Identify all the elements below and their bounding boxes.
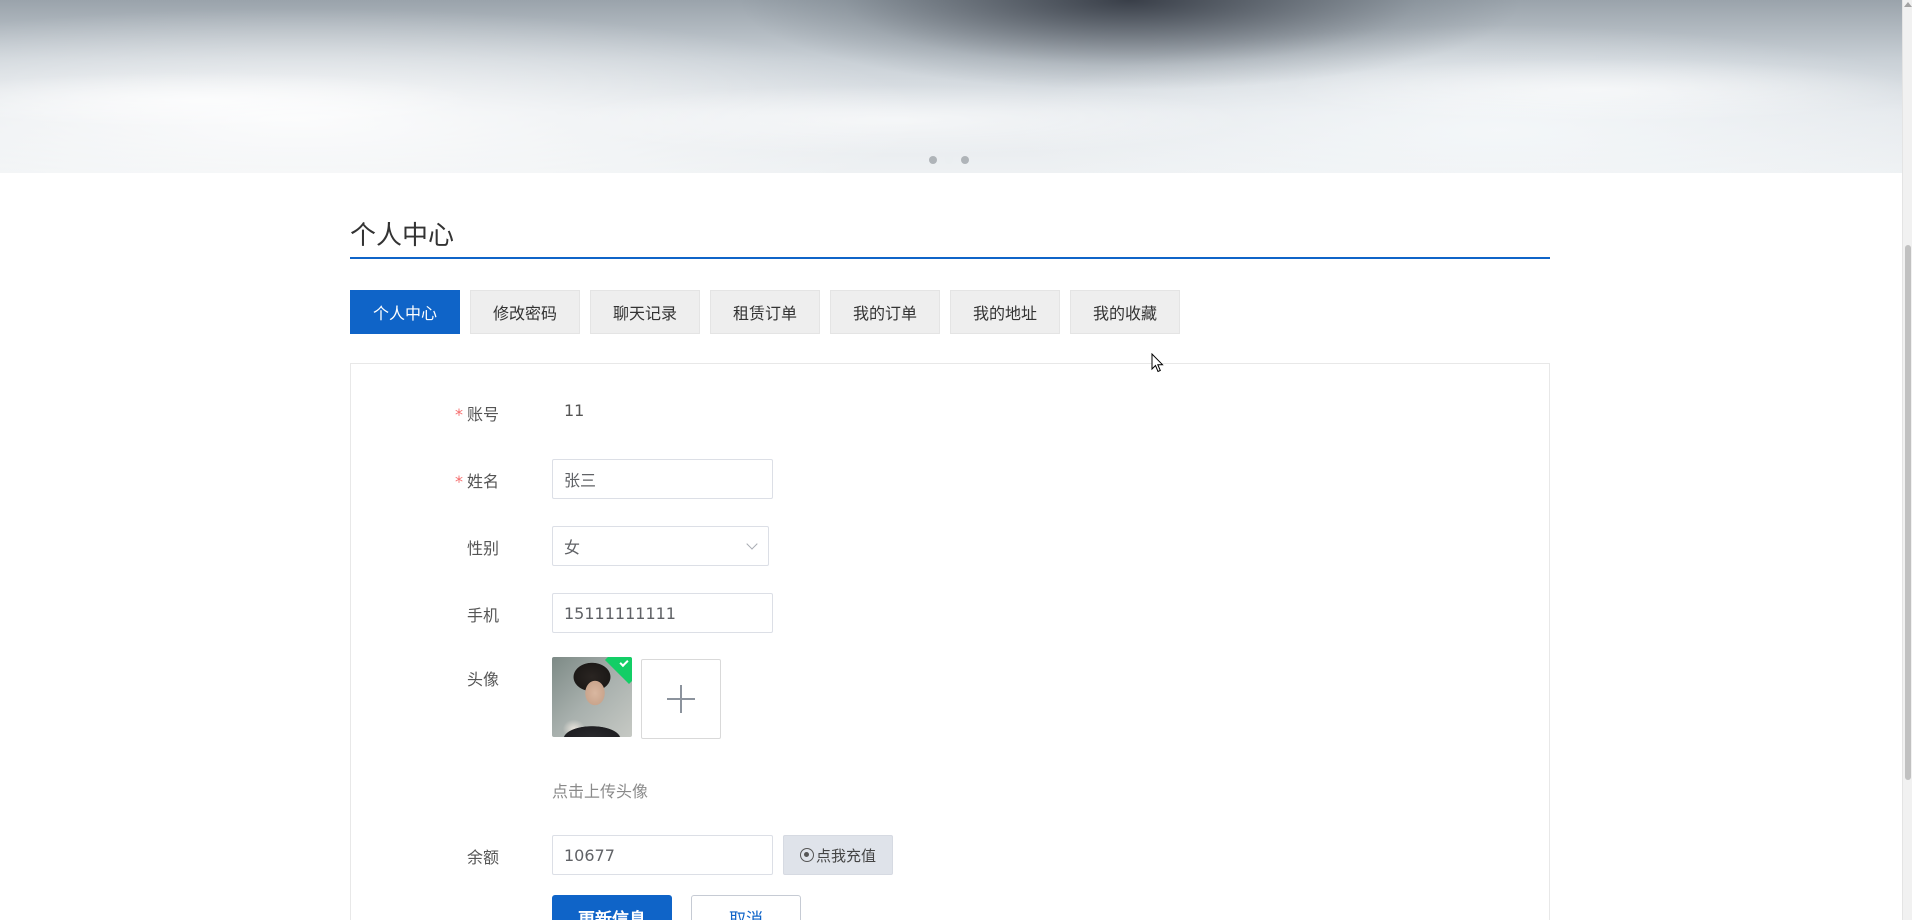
balance-row: 余额 10677 点我充值: [351, 835, 1549, 875]
avatar-label: 头像: [466, 670, 499, 689]
page-scrollbar[interactable]: [1902, 0, 1912, 920]
page-title: 个人中心: [350, 221, 455, 251]
phone-label: 手机: [466, 606, 499, 625]
avatar-upload-button[interactable]: [641, 659, 721, 739]
cancel-button[interactable]: 取消: [691, 895, 801, 920]
name-input[interactable]: 张三: [552, 459, 773, 499]
balance-label: 余额: [466, 848, 499, 867]
update-info-button[interactable]: 更新信息: [552, 895, 672, 920]
title-divider: [350, 257, 1550, 259]
carousel-indicators: [929, 156, 969, 164]
gender-selected-value: 女: [564, 538, 581, 557]
name-row: * 姓名 张三: [351, 459, 1549, 499]
phone-row: 手机 15111111111: [351, 593, 1549, 633]
account-row: * 账号 11: [351, 401, 1549, 441]
carousel-dot-1[interactable]: [929, 156, 937, 164]
scroll-up-arrow-icon[interactable]: [1904, 2, 1912, 7]
account-label: * 账号: [454, 405, 499, 424]
tab-rental-orders[interactable]: 租赁订单: [710, 290, 820, 334]
carousel-dot-2[interactable]: [945, 156, 953, 164]
mouse-cursor-icon: [1151, 353, 1164, 373]
coin-icon: [799, 848, 814, 862]
tab-chat-history[interactable]: 聊天记录: [590, 290, 700, 334]
balance-input[interactable]: 10677: [552, 835, 773, 875]
avatar-thumbnail[interactable]: [552, 657, 632, 737]
recharge-label: 点我充值: [815, 846, 876, 865]
avatar-upload-hint: 点击上传头像: [552, 782, 649, 801]
banner-carousel[interactable]: [0, 0, 1902, 173]
tab-profile-center[interactable]: 个人中心: [350, 290, 460, 334]
gender-select[interactable]: 女: [552, 526, 769, 566]
plus-icon: [667, 685, 695, 713]
tab-my-favorites[interactable]: 我的收藏: [1070, 290, 1180, 334]
carousel-dot-3[interactable]: [961, 156, 969, 164]
profile-tabs: 个人中心 修改密码 聊天记录 租赁订单 我的订单 我的地址 我的收藏: [350, 290, 1180, 334]
profile-form-panel: * 账号 11 * 姓名 张三 性别 女 手机 15111111111 头像 点击上…: [350, 363, 1550, 920]
required-mark: *: [454, 472, 463, 491]
scroll-thumb[interactable]: [1905, 245, 1911, 780]
tab-my-address[interactable]: 我的地址: [950, 290, 1060, 334]
tab-my-orders[interactable]: 我的订单: [830, 290, 940, 334]
name-label: * 姓名: [454, 472, 499, 491]
gender-row: 性别 女: [351, 526, 1549, 566]
tab-change-password[interactable]: 修改密码: [470, 290, 580, 334]
avatar-row: 头像: [351, 657, 1549, 743]
recharge-button[interactable]: 点我充值: [783, 835, 893, 875]
required-mark: *: [454, 405, 463, 424]
chevron-down-icon: [746, 537, 758, 550]
account-value: 11: [564, 401, 585, 420]
gender-label: 性别: [466, 539, 499, 558]
phone-input[interactable]: 15111111111: [552, 593, 773, 633]
